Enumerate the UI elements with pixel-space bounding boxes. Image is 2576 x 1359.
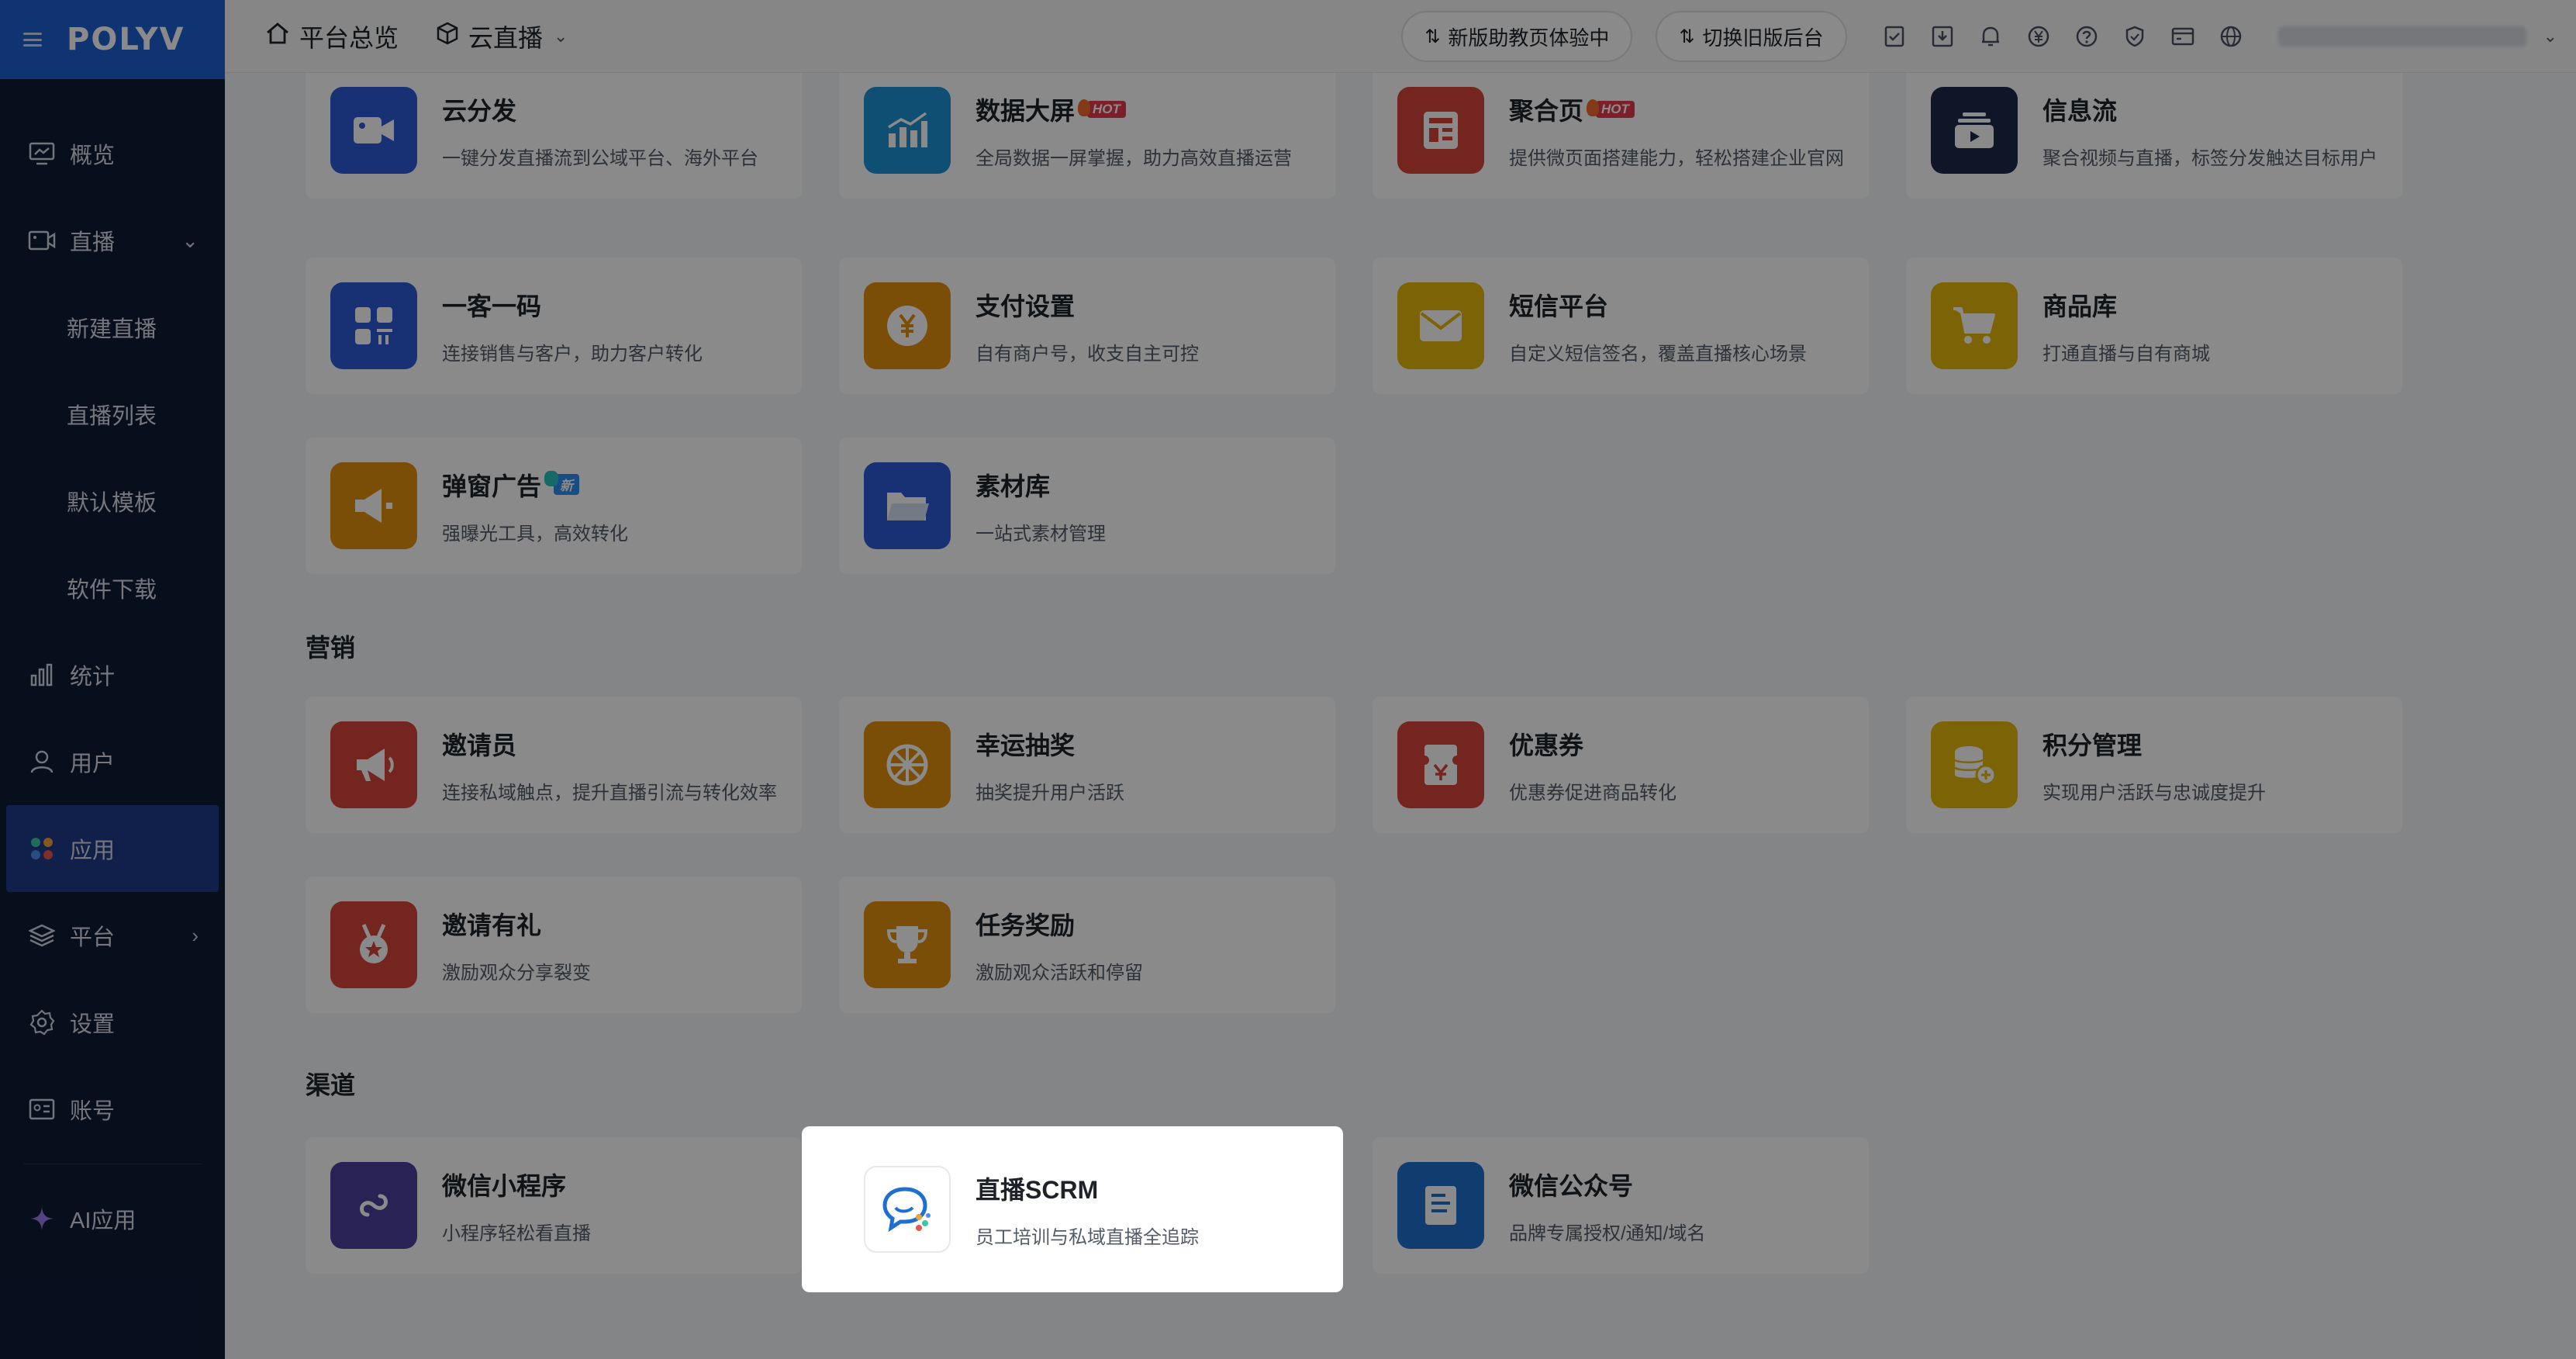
scrm-chat-icon [864, 1166, 951, 1253]
app-desc: 员工培训与私域直播全追踪 [975, 1226, 1199, 1248]
app-card-live-scrm[interactable]: 直播SCRM 员工培训与私域直播全追踪 [802, 1126, 1343, 1292]
app-title: 直播SCRM [975, 1175, 1099, 1204]
